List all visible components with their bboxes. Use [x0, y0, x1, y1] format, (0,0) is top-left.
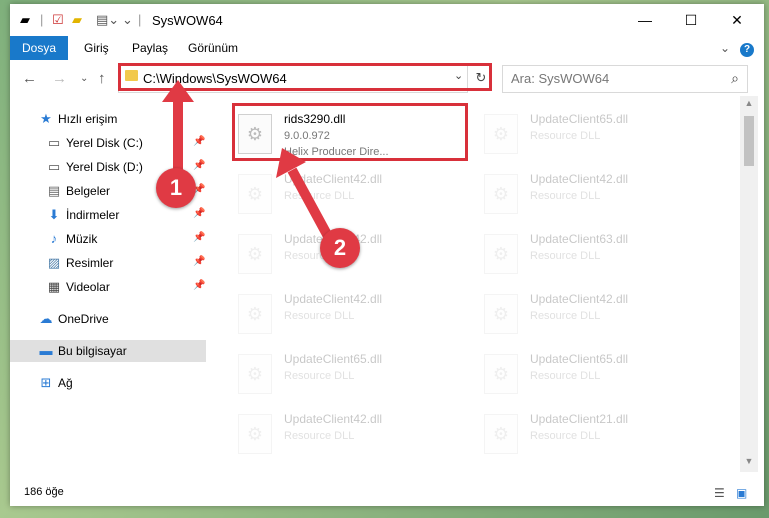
step-badge-2: 2 — [320, 228, 360, 268]
arrow-2-shaft — [287, 167, 335, 243]
annotation-arrows — [162, 80, 335, 243]
arrow-1-head — [162, 80, 194, 102]
step-badge-1: 1 — [156, 168, 196, 208]
